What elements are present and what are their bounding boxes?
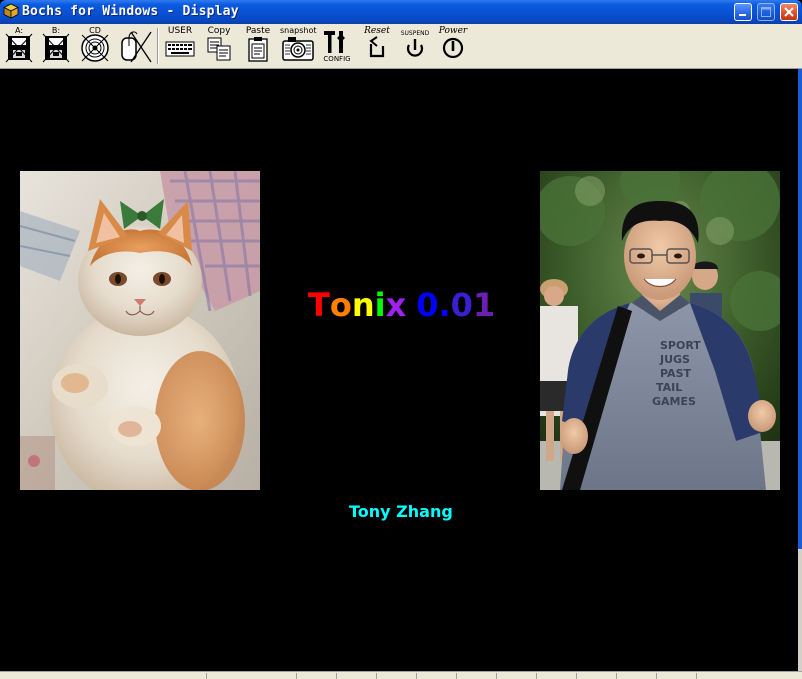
title-letter: T xyxy=(308,286,330,324)
title-letter: i xyxy=(374,286,386,324)
svg-text:GAMES: GAMES xyxy=(652,395,696,408)
status-divider xyxy=(376,673,377,679)
title-letter: o xyxy=(329,286,352,324)
reset-icon xyxy=(369,36,385,58)
config-button[interactable]: CONFIG xyxy=(321,26,353,66)
minimize-button[interactable] xyxy=(734,3,752,21)
status-divider xyxy=(696,673,697,679)
svg-text:JUGS: JUGS xyxy=(659,353,690,366)
toolbar-separator xyxy=(157,28,159,64)
mouse-capture-icon xyxy=(121,31,152,63)
copy-icon xyxy=(207,37,231,61)
suspend-icon xyxy=(406,39,424,57)
floppy-drive-icon xyxy=(5,33,33,63)
title-letter: 1 xyxy=(472,286,496,324)
minimize-icon xyxy=(739,14,746,16)
title-letter: n xyxy=(351,286,375,324)
status-divider xyxy=(536,673,537,679)
svg-text:TAIL: TAIL xyxy=(656,381,682,394)
suspend-button[interactable]: SUSPEND xyxy=(398,26,432,66)
power-icon xyxy=(442,37,464,59)
window-right-border xyxy=(798,69,802,671)
status-divider xyxy=(496,673,497,679)
paste-icon xyxy=(248,37,268,62)
floppy-b-button[interactable]: B: xyxy=(41,26,71,66)
title-letter: . xyxy=(438,286,451,324)
title-letter: 0 xyxy=(416,286,439,324)
config-label: CONFIG xyxy=(323,55,351,63)
status-bar xyxy=(0,671,802,679)
window-title: Bochs for Windows - Display xyxy=(22,4,239,19)
maximize-button[interactable] xyxy=(757,3,775,21)
status-divider xyxy=(616,673,617,679)
mouse-capture-button[interactable] xyxy=(117,26,153,66)
title-bar[interactable]: Bochs for Windows - Display xyxy=(0,0,802,24)
scrollbar-strip[interactable] xyxy=(798,69,802,549)
snapshot-button[interactable]: snapshot xyxy=(280,26,317,66)
bochs-cube-icon xyxy=(3,3,19,19)
floppy-a-button[interactable]: A: xyxy=(4,26,34,66)
status-divider xyxy=(576,673,577,679)
paste-button[interactable]: Paste xyxy=(242,26,274,66)
power-button[interactable]: Power xyxy=(436,26,470,66)
status-divider xyxy=(206,673,207,679)
floppy-drive-icon xyxy=(42,33,70,63)
svg-text:PAST: PAST xyxy=(660,367,691,380)
title-letter: x xyxy=(385,286,407,324)
copy-button[interactable]: Copy xyxy=(203,26,235,66)
toolbar: A: B: CD USER Copy Paste snapshot CONFIG… xyxy=(0,24,802,69)
author-name: Tony Zhang xyxy=(349,502,453,521)
svg-text:SPORT: SPORT xyxy=(660,339,701,352)
close-icon xyxy=(784,7,794,17)
camera-icon xyxy=(282,37,314,61)
status-divider xyxy=(656,673,657,679)
status-divider xyxy=(336,673,337,679)
reset-button[interactable]: Reset xyxy=(361,26,393,66)
cdrom-icon xyxy=(81,34,109,62)
user-button[interactable]: USER xyxy=(164,26,196,66)
cat-photo xyxy=(20,171,260,490)
status-divider xyxy=(416,673,417,679)
maximize-icon xyxy=(761,7,771,17)
status-divider xyxy=(456,673,457,679)
person-photo: SPORT JUGS PAST TAIL GAMES xyxy=(540,171,780,490)
close-button[interactable] xyxy=(780,3,798,21)
keyboard-icon xyxy=(165,41,195,57)
status-divider xyxy=(296,673,297,679)
os-title: Tonix 0.01 xyxy=(308,286,495,324)
title-letter: 0 xyxy=(450,286,473,324)
emulator-display[interactable]: Tonix 0.01 Tony Zhang SPORT JUGS PAST TA… xyxy=(0,69,798,671)
cdrom-button[interactable]: CD xyxy=(79,26,111,66)
